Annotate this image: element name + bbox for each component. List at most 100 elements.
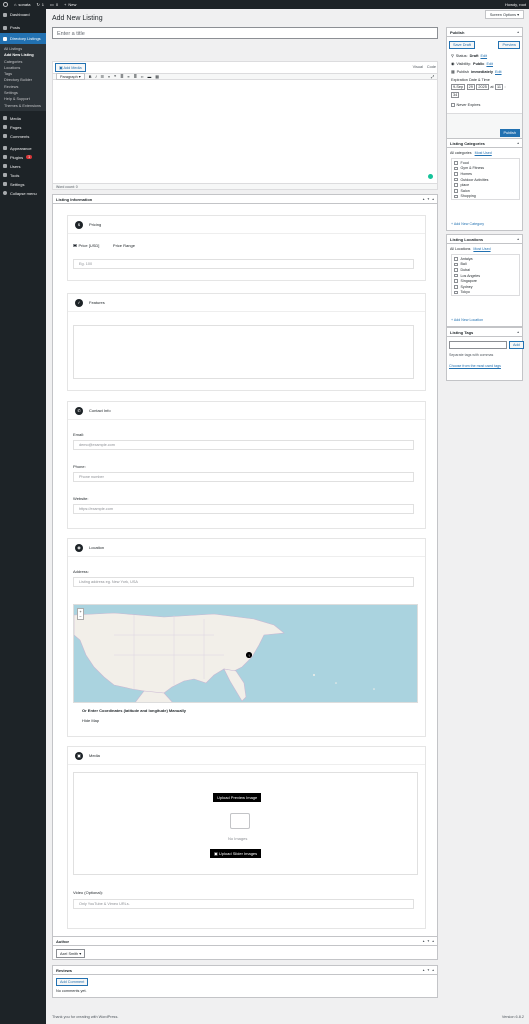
move-up-icon[interactable]: ▴	[423, 939, 425, 943]
never-expires-checkbox[interactable]	[451, 103, 455, 107]
align-left-icon[interactable]: ≣	[120, 74, 123, 79]
tab-all-locations[interactable]: All Locations	[450, 247, 470, 251]
move-up-icon[interactable]: ▴	[423, 968, 425, 972]
tab-most-used-locations[interactable]: Most Used	[473, 247, 490, 251]
screen-options-button[interactable]: Screen Options ▾	[484, 10, 524, 19]
tab-visual[interactable]: Visual	[413, 65, 423, 69]
admin-bar: ⌂ sonata ↻ 1 ▭ 0 + New Howdy, root	[0, 0, 529, 9]
zoom-out-button[interactable]: −	[78, 614, 83, 619]
location-tokyo[interactable]: Tokyo	[454, 290, 517, 296]
price-range-option[interactable]: Price Range	[107, 243, 135, 248]
sidebar-item-tools[interactable]: Tools	[0, 171, 46, 180]
comments-link[interactable]: ▭ 0	[50, 2, 58, 7]
exp-day-field[interactable]: 29	[466, 84, 475, 90]
toggle-icon[interactable]: ▴	[517, 141, 519, 145]
video-url-field[interactable]: Only YouTube & Vimeo URLs.	[73, 899, 414, 909]
sidebar-item-users[interactable]: Users	[0, 162, 46, 171]
website-field[interactable]: https://example.com	[73, 504, 414, 514]
sidebar-item-media[interactable]: Media	[0, 114, 46, 123]
move-down-icon[interactable]: ▾	[427, 968, 429, 972]
add-comment-button[interactable]: Add Comment	[56, 978, 89, 986]
contact-info-card: ✆ Contact Info Email: demo@example.com Ph…	[67, 401, 426, 529]
toggle-icon[interactable]: ▴	[432, 968, 434, 972]
price-input[interactable]: Eg. 100	[73, 259, 414, 269]
bold-icon[interactable]: B	[89, 75, 92, 79]
tag-input[interactable]	[449, 341, 507, 349]
price-option[interactable]: Price [USD]	[73, 243, 99, 248]
toggle-icon[interactable]: ▴	[432, 197, 434, 201]
wp-logo-icon[interactable]	[3, 2, 8, 7]
toolbar-toggle-icon[interactable]: ▦	[155, 74, 159, 79]
toggle-icon[interactable]: ▴	[517, 237, 519, 241]
fullscreen-icon[interactable]: ⤢	[431, 75, 434, 79]
toggle-icon[interactable]: ▴	[517, 30, 519, 34]
edit-status-link[interactable]: Edit	[480, 54, 487, 58]
email-field[interactable]: demo@example.com	[73, 440, 414, 450]
add-new-category-link[interactable]: + Add New Category	[451, 222, 484, 226]
choose-tags-link[interactable]: Choose from the most used tags	[449, 364, 501, 368]
exp-month-select[interactable]: 9-Sep	[451, 84, 466, 90]
sidebar-item-directory-listings[interactable]: Directory Listings	[0, 33, 46, 44]
price-checkbox[interactable]	[73, 243, 77, 248]
exp-minute-field[interactable]: 34	[451, 92, 460, 98]
move-down-icon[interactable]: ▾	[427, 197, 429, 201]
add-media-button[interactable]: ▣ Add Media	[55, 63, 86, 72]
sidebar-item-dashboard[interactable]: Dashboard	[0, 9, 46, 20]
align-right-icon[interactable]: ≣	[134, 74, 137, 79]
sidebar-item-plugins[interactable]: Plugins 1	[0, 153, 46, 162]
exp-hour-field[interactable]: 11	[495, 84, 503, 90]
checkmark-icon: ✓	[75, 298, 83, 307]
move-down-icon[interactable]: ▾	[427, 939, 429, 943]
format-select[interactable]: Paragraph ▾	[56, 73, 85, 80]
site-name-link[interactable]: ⌂ sonata	[14, 2, 30, 7]
publish-button[interactable]: Publish	[499, 129, 520, 137]
address-field[interactable]: Listing address eg. New York, USA	[73, 577, 414, 587]
listing-information-header[interactable]: Listing Information ▴ ▾ ▴	[53, 195, 437, 204]
move-up-icon[interactable]: ▴	[423, 197, 425, 201]
eye-icon: ◉	[451, 62, 455, 66]
add-new-location-link[interactable]: + Add New Location	[451, 318, 483, 322]
map-marker-icon[interactable]: ↑	[246, 652, 252, 658]
align-center-icon[interactable]: ≡	[127, 75, 129, 79]
coordinates-toggle[interactable]: Or Enter Coordinates (latitude and longi…	[82, 708, 186, 713]
sidebar-item-comments[interactable]: Comments	[0, 132, 46, 141]
updates-link[interactable]: ↻ 1	[36, 2, 44, 7]
hide-map-toggle[interactable]: Hide Map	[82, 718, 99, 723]
expiration-label: Expiration Date & Time	[451, 78, 490, 82]
grammarly-icon[interactable]	[428, 174, 433, 179]
sidebar-item-posts[interactable]: Posts	[0, 22, 46, 33]
edit-publish-date-link[interactable]: Edit	[495, 70, 502, 74]
read-more-icon[interactable]: ▬	[148, 75, 152, 79]
title-input[interactable]: Enter a title	[52, 27, 438, 39]
bullet-list-icon[interactable]: ☰	[101, 74, 104, 79]
quote-icon[interactable]: ❝	[114, 74, 116, 79]
sidebar-item-pages[interactable]: Pages	[0, 123, 46, 132]
tab-most-used-categories[interactable]: Most Used	[475, 151, 492, 155]
preview-button[interactable]: Preview	[498, 41, 520, 49]
add-tag-button[interactable]: Add	[509, 341, 524, 349]
sidebar-item-settings[interactable]: Settings	[0, 180, 46, 189]
upload-slider-button[interactable]: ▣ Upload Slider Images	[210, 849, 262, 858]
sidebar-item-appearance[interactable]: Appearance	[0, 144, 46, 153]
upload-preview-button[interactable]: Upload Preview Image	[213, 793, 262, 802]
tab-code[interactable]: Code	[427, 65, 436, 69]
category-shopping[interactable]: Shopping	[454, 194, 517, 200]
italic-icon[interactable]: I	[95, 75, 96, 79]
features-textarea[interactable]	[73, 325, 414, 379]
location-map[interactable]: + − ↑	[73, 604, 418, 703]
tab-all-categories[interactable]: All categories	[450, 151, 472, 155]
toggle-icon[interactable]: ▴	[432, 939, 434, 943]
exp-year-field[interactable]: 2025	[476, 84, 489, 90]
phone-field[interactable]: Phone number	[73, 472, 414, 482]
sidebar-collapse-menu[interactable]: Collapse menu	[0, 189, 46, 198]
save-draft-button[interactable]: Save Draft	[449, 41, 475, 49]
howdy-user[interactable]: Howdy, root	[505, 2, 526, 7]
new-content-link[interactable]: + New	[64, 2, 76, 7]
author-select[interactable]: Axel Smith ▾	[56, 949, 86, 958]
numbered-list-icon[interactable]: ≡	[108, 75, 110, 79]
edit-visibility-link[interactable]: Edit	[486, 62, 493, 66]
toggle-icon[interactable]: ▴	[517, 330, 519, 334]
submenu-themes-extensions[interactable]: Themes & Extensions	[0, 103, 46, 109]
link-icon[interactable]: ∞	[141, 75, 144, 79]
pricing-icon: $	[75, 220, 83, 229]
